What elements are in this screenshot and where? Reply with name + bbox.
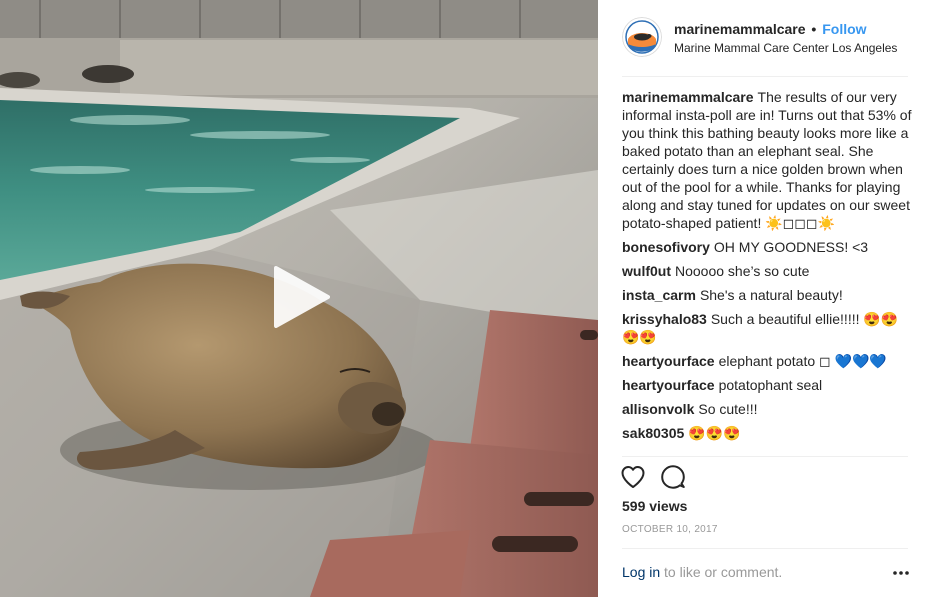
heart-outline-icon[interactable] <box>620 464 646 490</box>
post-date: OCTOBER 10, 2017 <box>622 524 718 535</box>
comment-text: 😍😍😍 <box>688 425 741 441</box>
header-line: marinemammalcare • Follow <box>674 20 924 38</box>
comment-item: bonesofivory OH MY GOODNESS! <3 <box>622 238 912 256</box>
comment-text: So cute!!! <box>698 401 758 417</box>
comment-username[interactable]: heartyourface <box>622 353 715 369</box>
speech-bubble-icon[interactable] <box>660 464 686 490</box>
comment-text: She's a natural beauty! <box>699 287 843 303</box>
comment-username[interactable]: wulf0ut <box>622 263 671 279</box>
comment-username[interactable]: krissyhalo83 <box>622 311 707 327</box>
comment-item: heartyourface elephant potato ◻ 💙💙💙 <box>622 352 912 370</box>
comment-text: potatophant seal <box>718 377 823 393</box>
comment-item: insta_carm She's a natural beauty! <box>622 286 912 304</box>
divider <box>622 76 908 77</box>
view-count[interactable]: 599 views <box>622 498 687 514</box>
comment-username[interactable]: heartyourface <box>622 377 715 393</box>
login-suffix: to like or comment. <box>660 564 783 580</box>
post-side-panel: marinemammalcare • Follow Marine Mammal … <box>598 0 932 597</box>
comment-item: sak80305 😍😍😍 <box>622 424 912 442</box>
comment-text: Nooooo she’s so cute <box>675 263 810 279</box>
caption-text: The results of our very informal insta-p… <box>622 89 912 231</box>
comments-list[interactable]: marinemammalcare The results of our very … <box>622 88 912 454</box>
comment-item: krissyhalo83 Such a beautiful ellie!!!!! … <box>622 310 912 346</box>
comment-item: heartyourface potatophant seal <box>622 376 912 394</box>
more-options-icon[interactable] <box>892 566 910 580</box>
post-header: marinemammalcare • Follow Marine Mammal … <box>598 0 932 76</box>
caption-username[interactable]: marinemammalcare <box>622 89 754 105</box>
comment-username[interactable]: sak80305 <box>622 425 684 441</box>
comment-item: allisonvolk So cute!!! <box>622 400 912 418</box>
comment-text: OH MY GOODNESS! <3 <box>713 239 869 255</box>
action-bar <box>620 464 686 492</box>
location-link[interactable]: Marine Mammal Care Center Los Angeles <box>674 40 924 56</box>
login-link[interactable]: Log in <box>622 564 660 580</box>
follow-button[interactable]: Follow <box>822 21 866 37</box>
post-video[interactable] <box>0 0 598 597</box>
header-text: marinemammalcare • Follow Marine Mammal … <box>674 20 924 56</box>
comment-username[interactable]: allisonvolk <box>622 401 694 417</box>
comment-username[interactable]: insta_carm <box>622 287 696 303</box>
post-caption: marinemammalcare The results of our very … <box>622 88 912 232</box>
header-username[interactable]: marinemammalcare <box>674 21 806 37</box>
marine-mammal-care-logo-icon <box>622 17 662 57</box>
play-icon[interactable] <box>266 262 336 332</box>
divider <box>622 548 908 549</box>
login-prompt: Log in to like or comment. <box>622 564 912 580</box>
comment-username[interactable]: bonesofivory <box>622 239 710 255</box>
profile-avatar[interactable] <box>622 17 662 57</box>
header-separator: • <box>811 21 817 37</box>
divider <box>622 456 908 457</box>
comment-item: wulf0ut Nooooo she’s so cute <box>622 262 912 280</box>
instagram-post: marinemammalcare • Follow Marine Mammal … <box>0 0 932 597</box>
comment-text: elephant potato ◻ 💙💙💙 <box>718 353 887 369</box>
